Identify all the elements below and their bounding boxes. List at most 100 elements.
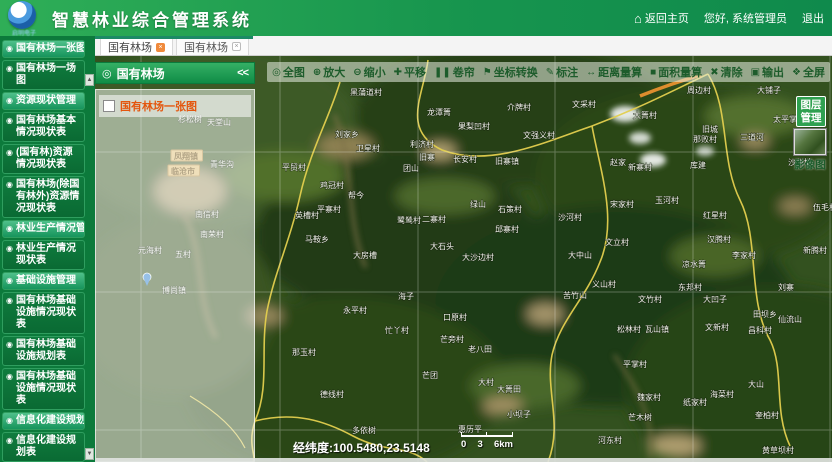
place-label: 忙丫村 <box>385 325 409 335</box>
place-label: 周边村 <box>687 85 711 95</box>
sidebar-item[interactable]: ◉林业生产情况现状表 <box>2 240 85 270</box>
bullet-arrow-icon: ◉ <box>6 371 13 383</box>
tool-zoom-out[interactable]: ⊖缩小 <box>353 64 385 80</box>
layer-tree-item[interactable]: 国有林场一张图 <box>99 95 251 117</box>
clear-icon: ✖ <box>710 67 718 78</box>
tool-label: 缩小 <box>364 64 386 80</box>
tool-annotate[interactable]: ✎标注 <box>546 64 578 80</box>
bottom-edge-strip <box>95 458 832 462</box>
sidebar-item[interactable]: ◉(国有林)资源情况现状表 <box>2 144 85 174</box>
place-label: 文强义村 <box>523 130 555 140</box>
place-label: 东邦村 <box>678 282 702 292</box>
bullet-arrow-icon: ◉ <box>6 435 13 447</box>
place-label: 仙流山 <box>778 314 802 324</box>
sidebar-item-label: 国有林场基础设施情况现状表 <box>16 371 82 407</box>
tool-coordinate-convert[interactable]: ⚑坐标转换 <box>483 64 538 80</box>
sidebar: ◉国有林场一张图◉国有林场一场图◉资源现状管理◉国有林场基本情况现状表◉(国有林… <box>0 36 95 462</box>
tool-measure-area[interactable]: ■面积量算 <box>650 64 702 80</box>
tab-label: 国有林场 <box>184 39 228 55</box>
place-label: 老八田 <box>468 344 492 354</box>
sidebar-item[interactable]: ◉国有林场基本情况现状表 <box>2 112 85 142</box>
place-label: 文新村 <box>705 322 729 332</box>
scroll-down-icon[interactable]: ▼ <box>85 448 94 460</box>
tool-full-extent[interactable]: ◎全图 <box>272 64 305 80</box>
sidebar-item-label: 国有林场基础设施规划表 <box>16 339 82 363</box>
sidebar-item-label: 资源现状管理 <box>16 95 76 107</box>
tab-国有林场[interactable]: 国有林场 × <box>100 37 173 55</box>
tab-close-icon[interactable]: × <box>156 43 165 52</box>
tool-swipe[interactable]: ❚❚卷帘 <box>434 64 475 80</box>
place-label: 大凹子 <box>703 294 727 304</box>
tool-pan[interactable]: ✚平移 <box>394 64 426 80</box>
sidebar-item[interactable]: ◉国有林场一场图 <box>2 60 85 90</box>
tab-国有林场[interactable]: 国有林场 × <box>176 37 249 55</box>
layer-panel: ◎ 国有林场 << 国有林场一张图 <box>95 62 255 462</box>
bullet-arrow-icon: ◉ <box>6 179 13 191</box>
bullet-arrow-icon: ◉ <box>6 295 13 307</box>
logout-link[interactable]: 退出 <box>802 10 824 26</box>
tab-accent-bar <box>95 36 253 39</box>
place-label: 奎柏村 <box>755 410 779 420</box>
export-icon: ▣ <box>751 67 760 78</box>
layer-checkbox[interactable] <box>103 100 115 112</box>
sidebar-item[interactable]: ◉国有林场基础设施规划表 <box>2 336 85 366</box>
basemap-switcher[interactable]: 影像图 <box>792 128 828 172</box>
tool-fullscreen[interactable]: ❖全屏 <box>792 64 825 80</box>
place-label: 二寨村 <box>422 214 446 224</box>
place-label: 果梨凹村 <box>458 121 490 131</box>
place-label: 永平村 <box>343 305 367 315</box>
layer-panel-body: 国有林场一张图 <box>95 89 255 462</box>
map-viewport[interactable]: 黑蒲道村龙潭箐果梨凹村介牌村文强义村刘家乡卫星村利济村旧寨长安村旧寨镇团山平贸村… <box>95 56 832 462</box>
sidebar-item[interactable]: ◉国有林场基础设施情况现状表 <box>2 368 85 410</box>
place-label: 石策村 <box>498 204 522 214</box>
basemap-label: 影像图 <box>792 157 828 172</box>
bullet-arrow-icon: ◉ <box>6 415 13 427</box>
sidebar-item[interactable]: ◉信息化建设规划管理 <box>2 412 85 430</box>
app-header: 启明电子 智慧林业综合管理系统 ⌂ 返回主页 您好, 系统管理员 退出 <box>0 0 832 36</box>
place-label: 海菜村 <box>710 389 734 399</box>
place-label: 大沙边村 <box>462 252 494 262</box>
tab-label: 国有林场 <box>108 39 152 55</box>
sidebar-item-label: 国有林场一场图 <box>16 63 82 87</box>
sidebar-item[interactable]: ◉信息化建设规划表 <box>2 432 85 462</box>
place-label: 魏家村 <box>637 392 661 402</box>
place-label: 旧寨 <box>419 152 435 162</box>
tool-export[interactable]: ▣输出 <box>751 64 784 80</box>
scale-tick: 6km <box>494 439 513 450</box>
home-icon: ⌂ <box>634 13 642 24</box>
place-label: 库建 <box>690 160 706 170</box>
bullet-arrow-icon: ◉ <box>6 63 13 75</box>
sidebar-item[interactable]: ◉国有林场基础设施情况现状表 <box>2 292 85 334</box>
tool-measure-distance[interactable]: ↔距离量算 <box>586 64 642 80</box>
place-label: 利济村 <box>410 139 434 149</box>
sidebar-item-label: 信息化建设规划表 <box>16 435 82 459</box>
sidebar-scrollbar[interactable]: ▲ ▼ <box>85 74 94 460</box>
place-label: 马鞍乡 <box>305 234 329 244</box>
collapse-panel-icon[interactable]: << <box>237 67 248 79</box>
sidebar-item[interactable]: ◉国有林场一张图 <box>2 40 85 58</box>
place-label: 大箐村 <box>633 110 657 120</box>
place-label: 文采村 <box>572 99 596 109</box>
place-label: 伍毛村 <box>813 202 832 212</box>
scroll-up-icon[interactable]: ▲ <box>85 74 94 86</box>
layer-manager-button[interactable]: 图层管理 <box>796 96 826 127</box>
place-label: 平寨村 <box>317 204 341 214</box>
user-greeting: 您好, 系统管理员 <box>704 10 787 26</box>
tool-clear[interactable]: ✖清除 <box>710 64 742 80</box>
basemap-thumbnail[interactable] <box>793 128 827 156</box>
sidebar-item[interactable]: ◉林业生产情况管理 <box>2 220 85 238</box>
tool-label: 距离量算 <box>598 64 642 80</box>
bullet-arrow-icon: ◉ <box>6 147 13 159</box>
place-label: 田坝乡 <box>753 310 777 319</box>
sidebar-item[interactable]: ◉基础设施管理 <box>2 272 85 290</box>
sidebar-item[interactable]: ◉国有林场(除国有林外)资源情况现状表 <box>2 176 85 218</box>
place-label: 红星村 <box>703 210 727 220</box>
tool-zoom-in[interactable]: ⊕放大 <box>313 64 345 80</box>
bullet-arrow-icon: ◉ <box>6 223 13 235</box>
tab-close-icon[interactable]: × <box>232 42 241 51</box>
place-label: 口原村 <box>443 312 467 322</box>
place-label: 大石头 <box>430 241 454 251</box>
zoom-in-icon: ⊕ <box>313 67 321 78</box>
sidebar-item[interactable]: ◉资源现状管理 <box>2 92 85 110</box>
home-link[interactable]: ⌂ 返回主页 <box>634 10 689 26</box>
